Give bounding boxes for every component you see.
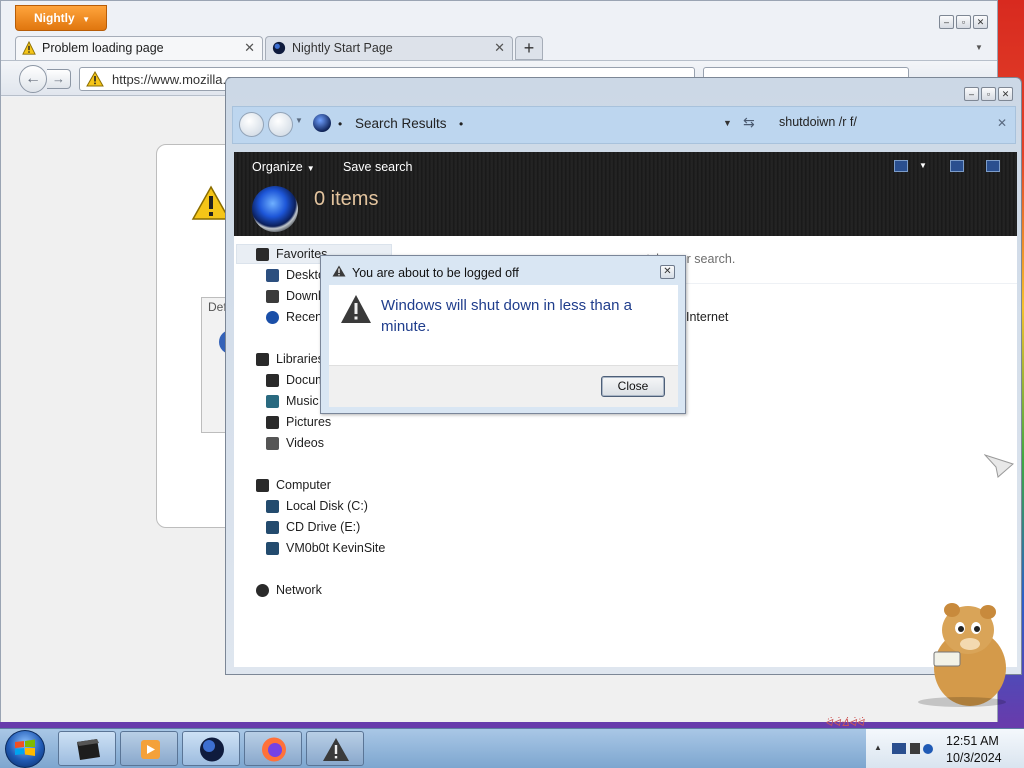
dialog-close-button[interactable]: ✕: [660, 265, 675, 279]
nav-label: Videos: [286, 436, 324, 450]
music-icon: [266, 395, 279, 408]
hamster-mascot-icon: [918, 603, 1006, 707]
videos-icon: [266, 437, 279, 450]
network-icon: [256, 584, 269, 597]
star-icon: [256, 248, 269, 261]
nav-label: Network: [276, 583, 322, 597]
explorer-icon: [77, 739, 100, 760]
taskbar-nightly[interactable]: [182, 731, 240, 766]
warning-icon: [323, 738, 349, 761]
change-view-icon[interactable]: [894, 160, 908, 172]
save-search-button[interactable]: Save search: [343, 160, 412, 174]
taskbar: ▲ 12:51 AM 10/3/2024: [0, 728, 1024, 768]
desktop-icon: [266, 269, 279, 282]
chevron-down-icon: ▼: [306, 164, 315, 173]
refresh-icon[interactable]: ⇆: [743, 114, 755, 131]
help-icon[interactable]: [986, 160, 1000, 172]
chevron-down-icon: ▼: [82, 15, 90, 24]
address-dropdown-icon[interactable]: ▼: [723, 118, 732, 128]
nightly-globe-icon: [272, 41, 286, 55]
back-button[interactable]: [239, 112, 264, 137]
new-tab-button[interactable]: +: [515, 36, 543, 60]
dialog-footer: Close: [329, 365, 678, 407]
taskbar-media-player[interactable]: [120, 731, 178, 766]
breadcrumb-separator-icon: •: [338, 117, 343, 131]
windows-logo-icon: [15, 739, 35, 756]
close-tab-icon[interactable]: ✕: [244, 40, 255, 56]
nightly-menu-label: Nightly: [34, 11, 75, 25]
warning-icon: [86, 71, 104, 87]
tab-nightly-start[interactable]: Nightly Start Page ✕: [265, 36, 513, 60]
item-count: 0 items: [314, 188, 379, 210]
tab-list-icon[interactable]: ▼: [975, 43, 983, 52]
organize-label: Organize: [252, 160, 303, 174]
pictures-icon: [266, 416, 279, 429]
nav-label: Local Disk (C:): [286, 499, 368, 513]
downloads-icon: [266, 290, 279, 303]
taskbar-warning[interactable]: [306, 731, 364, 766]
address-bar: ▼ • Search Results • ▼ ⇆ shutdoiwn /r f/…: [232, 106, 1016, 144]
history-dropdown-icon[interactable]: ▼: [295, 116, 303, 125]
search-location-icon: [313, 114, 331, 132]
dialog-body: Windows will shut down in less than a mi…: [329, 285, 678, 365]
breadcrumb-separator-icon[interactable]: •: [459, 117, 463, 131]
cd-drive-icon: [266, 521, 279, 534]
network-drive-icon: [266, 542, 279, 555]
media-player-icon: [141, 740, 160, 759]
tab-problem-loading[interactable]: Problem loading page ✕: [15, 36, 263, 60]
nav-label: Computer: [276, 478, 331, 492]
maximize-button[interactable]: ▫: [956, 15, 971, 29]
back-button[interactable]: ←: [19, 65, 47, 93]
tab-label: Problem loading page: [42, 41, 164, 55]
preview-pane-icon[interactable]: [950, 160, 964, 172]
paper-plane-icon: [984, 454, 1014, 478]
nightly-menu-button[interactable]: Nightly ▼: [15, 5, 107, 31]
search-input[interactable]: shutdoiwn /r f/: [779, 115, 857, 129]
libraries-icon: [256, 353, 269, 366]
close-window-button[interactable]: ✕: [998, 87, 1013, 101]
show-hidden-icons-icon[interactable]: ▲: [874, 743, 882, 752]
clock-date[interactable]: 10/3/2024: [946, 751, 1002, 765]
dialog-message: Windows will shut down in less than a mi…: [381, 297, 632, 335]
close-window-button[interactable]: ✕: [973, 15, 988, 29]
warning-icon: [332, 265, 346, 277]
recent-places-icon: [266, 311, 279, 324]
close-button[interactable]: Close: [601, 376, 665, 397]
computer-icon: [256, 479, 269, 492]
forward-button[interactable]: →: [47, 69, 71, 89]
firefox-icon: [262, 737, 286, 762]
clear-search-icon[interactable]: ✕: [997, 116, 1007, 130]
nav-label: CD Drive (E:): [286, 520, 361, 534]
search-internet-link[interactable]: Internet: [686, 310, 728, 324]
minimize-button[interactable]: –: [964, 87, 979, 101]
minimize-button[interactable]: –: [939, 15, 954, 29]
error-detail-label: Def: [208, 300, 227, 314]
maximize-button[interactable]: ▫: [981, 87, 996, 101]
warning-icon: [341, 295, 371, 323]
nav-label: Libraries: [276, 352, 324, 366]
forward-button[interactable]: [268, 112, 293, 137]
taskbar-firefox[interactable]: [244, 731, 302, 766]
breadcrumb[interactable]: Search Results: [355, 116, 447, 131]
url-text: https://www.mozilla.o: [112, 72, 234, 87]
close-tab-icon[interactable]: ✕: [494, 40, 505, 56]
nightly-icon: [200, 737, 224, 762]
taskbar-explorer[interactable]: [58, 731, 116, 766]
command-bar: Organize ▼ Save search ▼ 0 items: [234, 152, 1017, 236]
clock-time[interactable]: 12:51 AM: [946, 734, 999, 748]
documents-icon: [266, 374, 279, 387]
tray-network-volume-icon[interactable]: [890, 739, 940, 759]
logoff-dialog: You are about to be logged off ✕ Windows…: [320, 255, 686, 414]
nav-label: VM0b0t KevinSite: [286, 541, 386, 555]
dialog-title: You are about to be logged off: [352, 266, 519, 280]
disk-icon: [266, 500, 279, 513]
search-results-icon: [252, 186, 298, 232]
organize-button[interactable]: Organize ▼: [252, 160, 315, 174]
warning-icon: [22, 41, 36, 55]
chevron-down-icon[interactable]: ▼: [919, 161, 927, 170]
tab-label: Nightly Start Page: [292, 41, 393, 55]
nav-label: Pictures: [286, 415, 332, 429]
nav-label: Music: [286, 394, 319, 408]
